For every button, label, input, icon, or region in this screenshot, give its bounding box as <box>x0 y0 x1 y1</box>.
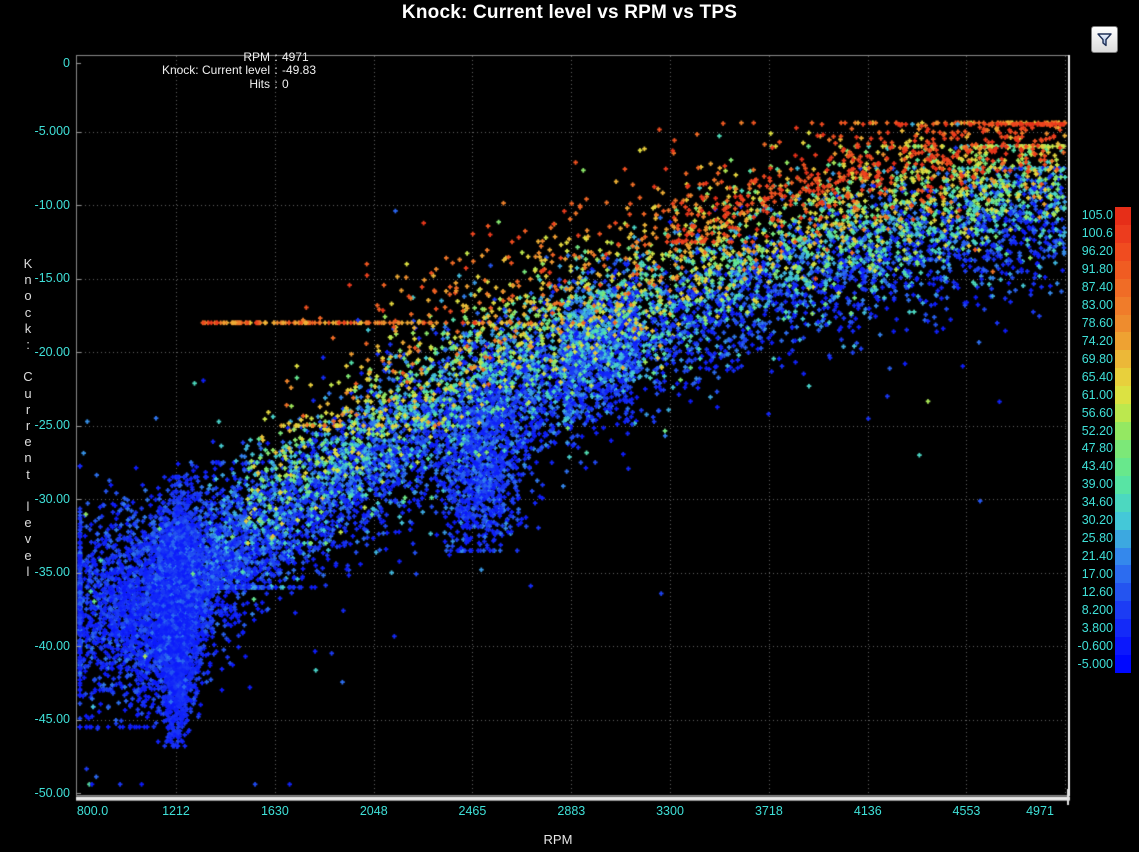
color-scale-segment <box>1115 565 1131 583</box>
color-scale-label: 105.0 <box>1038 208 1113 222</box>
color-scale-segment <box>1115 261 1131 279</box>
color-scale-segment <box>1115 548 1131 566</box>
filter-button[interactable] <box>1091 26 1118 53</box>
color-scale-segment <box>1115 583 1131 601</box>
color-scale-segment <box>1115 494 1131 512</box>
color-scale-segment <box>1115 601 1131 619</box>
color-scale-segment <box>1115 530 1131 548</box>
y-tick-label: -50.00 <box>4 786 70 800</box>
y-tick-label: -30.00 <box>4 492 70 506</box>
color-scale-segment <box>1115 404 1131 422</box>
color-scale-segment <box>1115 476 1131 494</box>
color-scale-segment <box>1115 225 1131 243</box>
color-scale-segment <box>1115 207 1131 225</box>
readout-label: Knock: Current level <box>100 64 270 77</box>
color-scale-label: 8.200 <box>1038 603 1113 617</box>
readout-value: 0 <box>282 78 342 91</box>
color-scale-segment <box>1115 386 1131 404</box>
cursor-readout: RPM : 4971 Knock: Current level : -49.83… <box>100 51 342 91</box>
color-scale-segment <box>1115 243 1131 261</box>
y-tick-label: -15.00 <box>4 271 70 285</box>
color-scale-label: 56.60 <box>1038 406 1113 420</box>
x-tick-label: 4971 <box>1008 804 1072 818</box>
color-scale-segment <box>1115 458 1131 476</box>
color-scale-label: 74.20 <box>1038 334 1113 348</box>
x-tick-label: 1630 <box>243 804 307 818</box>
color-scale-segment <box>1115 440 1131 458</box>
x-tick-label: 3300 <box>638 804 702 818</box>
color-scale-label: 39.00 <box>1038 477 1113 491</box>
x-tick-label: 2465 <box>440 804 504 818</box>
color-scale-label: 47.80 <box>1038 441 1113 455</box>
chart-title: Knock: Current level vs RPM vs TPS <box>0 2 1139 24</box>
color-scale-label: 52.20 <box>1038 424 1113 438</box>
color-scale-segment <box>1115 637 1131 655</box>
readout-label: Hits <box>100 78 270 91</box>
x-tick-label: 1212 <box>144 804 208 818</box>
color-scale-segment <box>1115 279 1131 297</box>
color-scale-label: 78.60 <box>1038 316 1113 330</box>
knock-scatter-window: { "readout": { "separator": ":", "rows":… <box>0 0 1139 852</box>
color-scale-segment <box>1115 512 1131 530</box>
color-scale-label: 21.40 <box>1038 549 1113 563</box>
readout-label: RPM <box>100 51 270 64</box>
color-scale-label: 30.20 <box>1038 513 1113 527</box>
x-tick-label: 2883 <box>539 804 603 818</box>
x-tick-label: 4136 <box>836 804 900 818</box>
x-tick-label: 3718 <box>737 804 801 818</box>
y-tick-label: -40.00 <box>4 639 70 653</box>
y-tick-label: -5.000 <box>4 124 70 138</box>
color-scale-label: 83.00 <box>1038 298 1113 312</box>
color-scale-label: 69.80 <box>1038 352 1113 366</box>
y-tick-label: -10.00 <box>4 198 70 212</box>
readout-separator: : <box>272 78 280 91</box>
x-tick-label: 800.0 <box>61 804 125 818</box>
color-scale-segment <box>1115 350 1131 368</box>
color-scale-label: 3.800 <box>1038 621 1113 635</box>
filter-funnel-icon <box>1096 31 1113 48</box>
readout-value: -49.83 <box>282 64 342 77</box>
y-tick-label: -20.00 <box>4 345 70 359</box>
y-tick-label: -35.00 <box>4 565 70 579</box>
color-scale-label: 34.60 <box>1038 495 1113 509</box>
color-scale-label: 87.40 <box>1038 280 1113 294</box>
x-tick-label: 4553 <box>934 804 998 818</box>
color-scale-label: -0.600 <box>1038 639 1113 653</box>
color-scale-label: 43.40 <box>1038 459 1113 473</box>
x-axis-title: RPM <box>528 832 588 847</box>
color-scale-label: -5.000 <box>1038 657 1113 671</box>
y-tick-label: 0 <box>4 56 70 70</box>
color-scale-segment <box>1115 332 1131 350</box>
color-scale-label: 100.6 <box>1038 226 1113 240</box>
color-scale-segment <box>1115 368 1131 386</box>
scatter-plot-canvas[interactable] <box>0 0 1139 852</box>
color-scale-segment <box>1115 315 1131 333</box>
color-scale-label: 96.20 <box>1038 244 1113 258</box>
color-scale-label: 12.60 <box>1038 585 1113 599</box>
color-scale-segment <box>1115 619 1131 637</box>
color-scale-label: 17.00 <box>1038 567 1113 581</box>
color-scale <box>1115 207 1131 673</box>
readout-separator: : <box>272 51 280 64</box>
readout-value: 4971 <box>282 51 342 64</box>
y-tick-label: -45.00 <box>4 712 70 726</box>
color-scale-label: 65.40 <box>1038 370 1113 384</box>
color-scale-segment <box>1115 422 1131 440</box>
y-tick-label: -25.00 <box>4 418 70 432</box>
color-scale-segment <box>1115 297 1131 315</box>
color-scale-label: 91.80 <box>1038 262 1113 276</box>
readout-separator: : <box>272 64 280 77</box>
color-scale-label: 25.80 <box>1038 531 1113 545</box>
x-tick-label: 2048 <box>342 804 406 818</box>
color-scale-label: 61.00 <box>1038 388 1113 402</box>
color-scale-segment <box>1115 655 1131 673</box>
